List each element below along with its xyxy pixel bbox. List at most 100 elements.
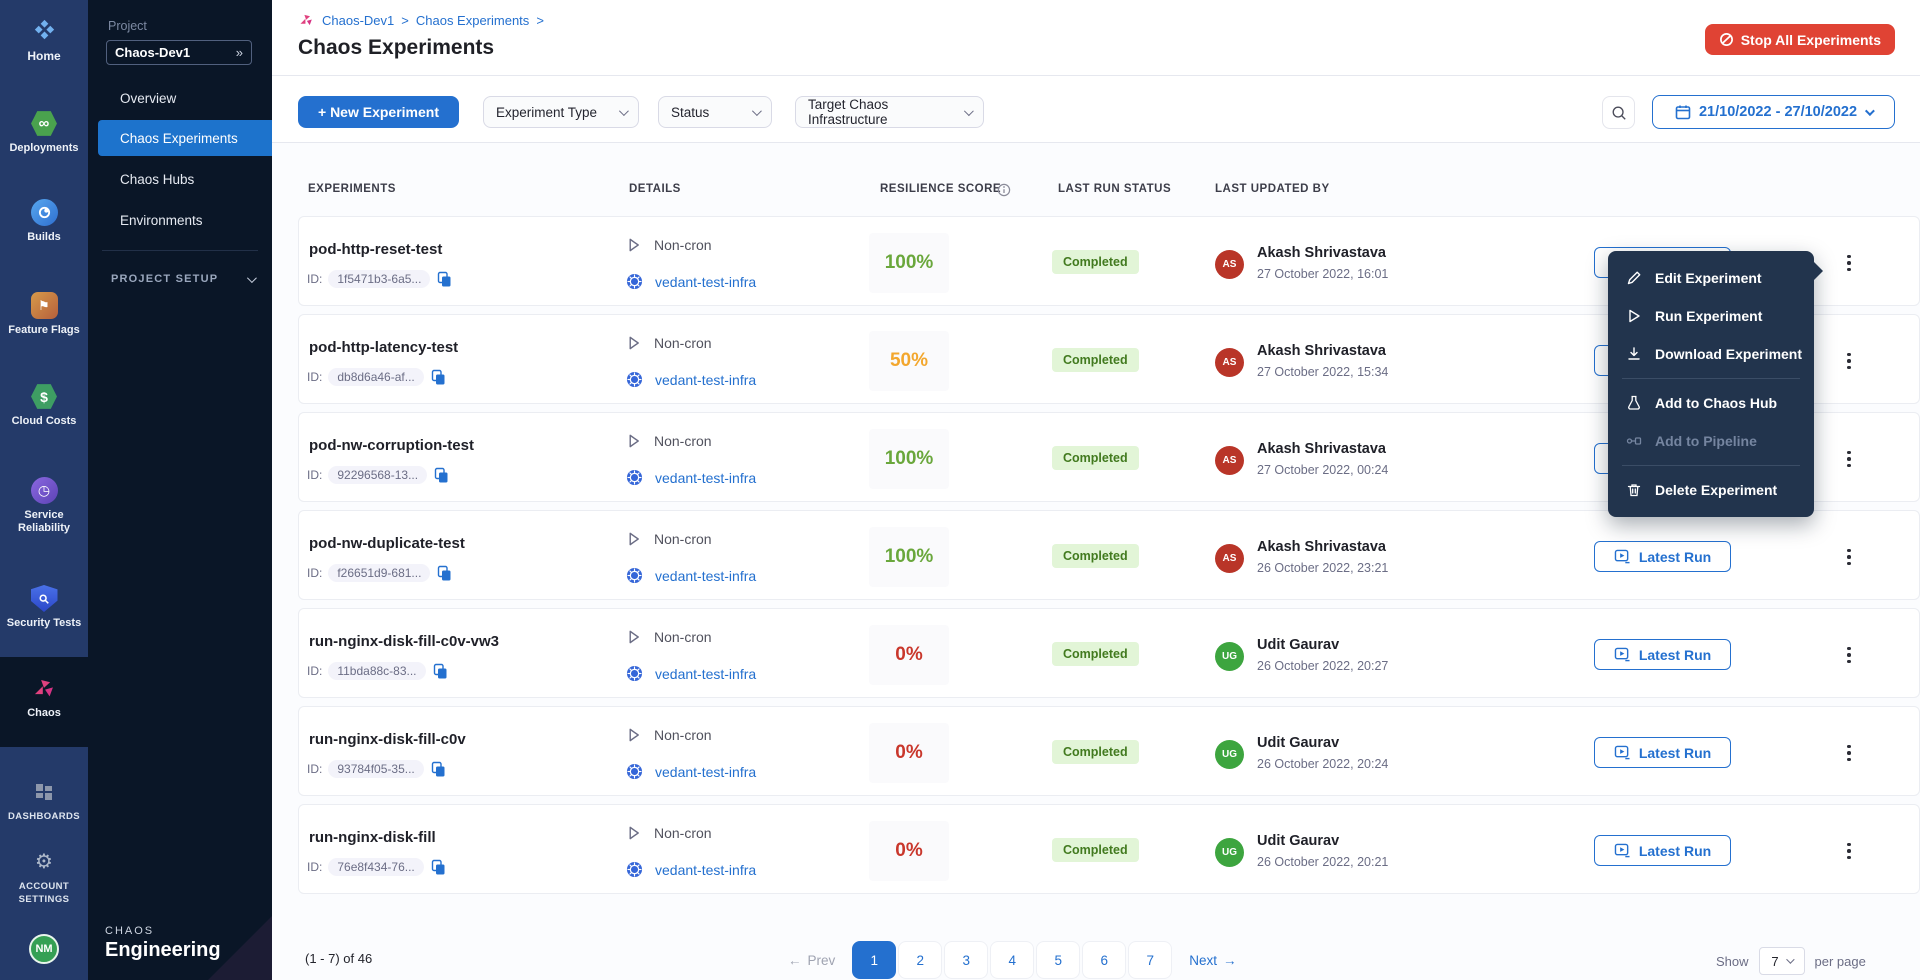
experiment-name[interactable]: pod-nw-duplicate-test	[309, 535, 465, 552]
experiment-id: f26651d9-681...	[328, 564, 430, 582]
copy-icon[interactable]	[436, 565, 452, 582]
sidebar-item-security-tests[interactable]: Security Tests	[0, 585, 88, 630]
run-history-icon	[1614, 647, 1631, 662]
search-button[interactable]	[1602, 96, 1635, 129]
copy-icon[interactable]	[436, 271, 452, 288]
date-range-picker[interactable]: 21/10/2022 - 27/10/2022	[1652, 95, 1895, 129]
experiment-name[interactable]: run-nginx-disk-fill	[309, 829, 436, 846]
page-buttons: 1234567	[851, 941, 1173, 979]
experiment-id-line: ID: 76e8f434-76...	[307, 858, 446, 876]
project-setup-toggle[interactable]: PROJECT SETUP	[111, 273, 254, 285]
schedule-line: Non-cron	[626, 825, 712, 841]
sidebar-item-account-settings[interactable]: ⚙ ACCOUNT SETTINGS	[0, 848, 88, 906]
infrastructure-line: vedant-test-infra	[626, 567, 756, 584]
user-avatar-rail[interactable]: NM	[0, 934, 88, 964]
prev-page-button: ←Prev	[772, 953, 851, 968]
page-button-5[interactable]: 5	[1036, 941, 1080, 979]
info-icon[interactable]	[997, 183, 1011, 197]
breadcrumb-link-experiments[interactable]: Chaos Experiments	[416, 13, 529, 28]
filter-experiment-type[interactable]: Experiment Type	[483, 96, 639, 128]
experiment-name[interactable]: run-nginx-disk-fill-c0v	[309, 731, 466, 748]
infrastructure-link[interactable]: vedant-test-infra	[655, 372, 756, 388]
row-menu-kebab[interactable]	[1839, 445, 1859, 473]
copy-icon[interactable]	[430, 369, 446, 386]
column-header-resilience-score: RESILIENCE SCORE	[880, 183, 1001, 195]
row-menu-kebab[interactable]	[1839, 543, 1859, 571]
breadcrumb-link-project[interactable]: Chaos-Dev1	[322, 13, 394, 28]
filter-target-chaos-infrastructure[interactable]: Target Chaos Infrastructure	[795, 96, 984, 128]
copy-icon[interactable]	[430, 859, 446, 876]
sidebar-item-label: ACCOUNT SETTINGS	[13, 880, 75, 906]
page-button-1[interactable]: 1	[852, 941, 896, 979]
kubernetes-icon	[626, 763, 643, 780]
sidebar-item-deployments[interactable]: ∞ Deployments	[0, 110, 88, 155]
sidebar-item-home[interactable]: Home	[0, 18, 88, 63]
project-selector[interactable]: Chaos-Dev1 »	[106, 40, 252, 65]
menu-item-download-experiment[interactable]: Download Experiment	[1608, 335, 1814, 373]
sidebar-item-overview[interactable]: Overview	[88, 80, 272, 116]
sidebar-item-cloud-costs[interactable]: $ Cloud Costs	[0, 383, 88, 428]
page-button-4[interactable]: 4	[990, 941, 1034, 979]
row-menu-kebab[interactable]	[1839, 641, 1859, 669]
latest-run-button[interactable]: Latest Run	[1594, 639, 1731, 670]
page-button-3[interactable]: 3	[944, 941, 988, 979]
per-page-control: Show 7 per page	[1716, 947, 1866, 975]
page-button-6[interactable]: 6	[1082, 941, 1126, 979]
latest-run-button[interactable]: Latest Run	[1594, 541, 1731, 572]
experiment-id: 76e8f434-76...	[328, 858, 423, 876]
new-experiment-button[interactable]: + New Experiment	[298, 96, 459, 128]
menu-item-delete-experiment[interactable]: Delete Experiment	[1608, 471, 1814, 509]
infrastructure-link[interactable]: vedant-test-infra	[655, 568, 756, 584]
per-page-select[interactable]: 7	[1759, 947, 1805, 975]
sidebar-item-chaos-hubs[interactable]: Chaos Hubs	[88, 161, 272, 197]
row-menu-kebab[interactable]	[1839, 739, 1859, 767]
infrastructure-line: vedant-test-infra	[626, 371, 756, 388]
copy-icon[interactable]	[433, 467, 449, 484]
updated-by-name: Udit Gaurav	[1257, 637, 1339, 653]
sidebar-item-chaos-experiments[interactable]: Chaos Experiments	[98, 120, 272, 156]
play-icon	[626, 825, 641, 841]
kubernetes-icon	[626, 567, 643, 584]
menu-item-run-experiment[interactable]: Run Experiment	[1608, 297, 1814, 335]
infrastructure-line: vedant-test-infra	[626, 469, 756, 486]
stop-all-experiments-button[interactable]: Stop All Experiments	[1705, 24, 1895, 55]
schedule-type: Non-cron	[654, 237, 712, 253]
sidebar-item-environments[interactable]: Environments	[88, 202, 272, 238]
row-menu-kebab[interactable]	[1839, 347, 1859, 375]
experiment-name[interactable]: pod-nw-corruption-test	[309, 437, 474, 454]
kubernetes-icon	[626, 861, 643, 878]
row-menu-kebab[interactable]	[1839, 249, 1859, 277]
project-sidebar: Project Chaos-Dev1 » Overview Chaos Expe…	[88, 0, 272, 980]
menu-item-edit-experiment[interactable]: Edit Experiment	[1608, 259, 1814, 297]
experiment-id-line: ID: db8d6a46-af...	[307, 368, 446, 386]
row-menu-kebab[interactable]	[1839, 837, 1859, 865]
experiment-name[interactable]: run-nginx-disk-fill-c0v-vw3	[309, 633, 499, 650]
latest-run-button[interactable]: Latest Run	[1594, 835, 1731, 866]
experiment-id-label: ID:	[307, 664, 322, 678]
infrastructure-link[interactable]: vedant-test-infra	[655, 470, 756, 486]
module-rail: Home ∞ Deployments Builds ⚑ Feature Flag…	[0, 0, 88, 980]
filter-status[interactable]: Status	[658, 96, 772, 128]
experiment-name[interactable]: pod-http-reset-test	[309, 241, 442, 258]
experiment-name[interactable]: pod-http-latency-test	[309, 339, 458, 356]
copy-icon[interactable]	[430, 761, 446, 778]
page-button-7[interactable]: 7	[1128, 941, 1172, 979]
infrastructure-link[interactable]: vedant-test-infra	[655, 862, 756, 878]
updated-by-date: 26 October 2022, 23:21	[1257, 561, 1388, 575]
sidebar-item-chaos[interactable]: Chaos	[0, 675, 88, 720]
latest-run-button[interactable]: Latest Run	[1594, 737, 1731, 768]
status-badge: Completed	[1052, 250, 1139, 274]
infrastructure-link[interactable]: vedant-test-infra	[655, 274, 756, 290]
sidebar-item-label: Security Tests	[7, 617, 81, 630]
sidebar-item-dashboards[interactable]: DASHBOARDS	[0, 778, 88, 823]
next-page-button[interactable]: Next→	[1173, 953, 1252, 968]
sidebar-item-service-reliability[interactable]: ◷ Service Reliability	[0, 477, 88, 535]
menu-item-add-to-chaos-hub[interactable]: Add to Chaos Hub	[1608, 384, 1814, 422]
sidebar-item-feature-flags[interactable]: ⚑ Feature Flags	[0, 292, 88, 337]
infrastructure-link[interactable]: vedant-test-infra	[655, 666, 756, 682]
copy-icon[interactable]	[432, 663, 448, 680]
sidebar-item-builds[interactable]: Builds	[0, 199, 88, 244]
chevron-down-icon	[964, 106, 974, 116]
page-button-2[interactable]: 2	[898, 941, 942, 979]
infrastructure-link[interactable]: vedant-test-infra	[655, 764, 756, 780]
